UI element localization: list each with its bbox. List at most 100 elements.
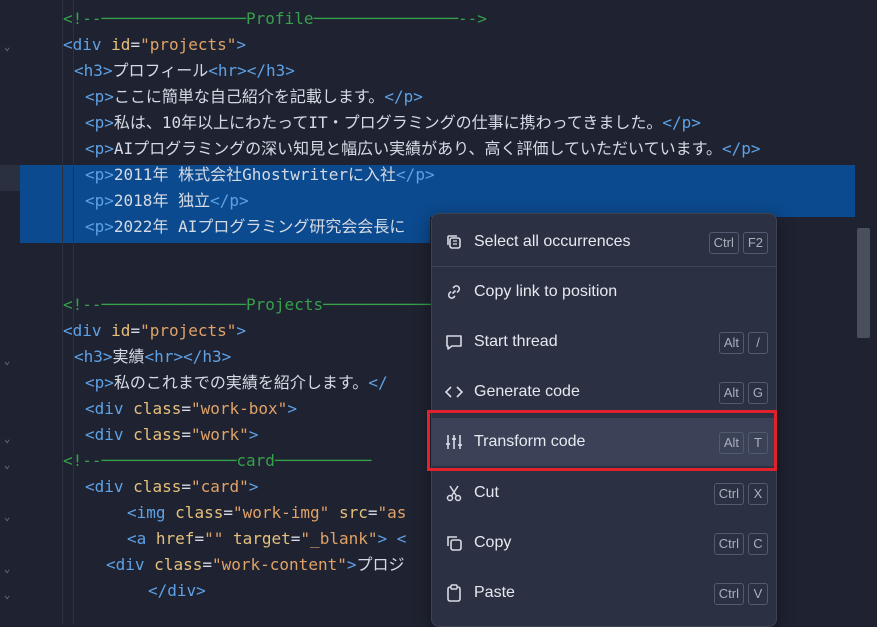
- code-line[interactable]: </div>: [148, 578, 206, 604]
- code-token: =: [181, 399, 191, 418]
- code-token: <p>: [85, 217, 114, 236]
- code-line[interactable]: <h3>プロフィール<hr></h3>: [74, 58, 295, 84]
- shortcut: Ctrl F2: [708, 232, 768, 254]
- menu-item-start-thread[interactable]: Start thread Alt /: [432, 318, 776, 366]
- code-line[interactable]: <div class="work-content">プロジ: [106, 552, 405, 578]
- code-line[interactable]: <div class="work">: [85, 422, 258, 448]
- menu-item-paste[interactable]: Paste Ctrl V: [432, 569, 776, 617]
- code-line[interactable]: <div class="work-box">: [85, 396, 297, 422]
- code-brackets-icon: [444, 386, 464, 398]
- shortcut: Ctrl V: [713, 583, 768, 605]
- code-line[interactable]: <!--───────────────Projects────────────: [63, 292, 439, 318]
- code-token: <!--: [63, 451, 102, 470]
- key-cap: X: [748, 483, 768, 505]
- menu-item-copy[interactable]: Copy Ctrl C: [432, 519, 776, 567]
- code-token: 実績: [112, 347, 145, 366]
- code-token: >: [287, 399, 297, 418]
- key-cap: Ctrl: [713, 483, 744, 505]
- menu-item-select-all-occurrences[interactable]: Select all occurrences Ctrl F2: [432, 218, 776, 266]
- code-line[interactable]: <img class="work-img" src="as: [127, 500, 406, 526]
- code-token: >: [248, 477, 259, 496]
- vertical-scrollbar[interactable]: [857, 228, 870, 338]
- code-token: =: [130, 35, 141, 54]
- menu-item-cut[interactable]: Cut Ctrl X: [432, 469, 776, 517]
- menu-item-label: Start thread: [474, 333, 558, 350]
- code-token: プロフィール: [112, 61, 209, 80]
- menu-divider: [432, 266, 776, 267]
- code-line[interactable]: <p>私は、10年以上にわたってIT・プログラミングの仕事に携わってきました。<…: [85, 110, 701, 136]
- fold-chevron-icon[interactable]: ⌄: [0, 40, 14, 54]
- fold-chevron-icon[interactable]: ⌄: [0, 588, 14, 602]
- code-token: プロジ: [356, 555, 405, 574]
- code-token: <a: [127, 529, 147, 548]
- key-cap: Ctrl: [713, 533, 744, 555]
- menu-item-generate-code[interactable]: Generate code Alt G: [432, 368, 776, 416]
- key-cap: F2: [742, 232, 768, 254]
- code-token: <div: [85, 399, 124, 418]
- code-line[interactable]: <h3>実績<hr></h3>: [74, 344, 231, 370]
- key-cap: /: [748, 332, 768, 354]
- copy-icon: [447, 536, 462, 551]
- code-token: =: [367, 503, 378, 522]
- code-token: "projects": [140, 321, 237, 340]
- code-line[interactable]: <div id="projects">: [63, 318, 246, 344]
- code-line[interactable]: <p>ここに簡単な自己紹介を記載します。</p>: [85, 84, 423, 110]
- code-token: </p>: [662, 113, 701, 132]
- code-token: 私は、10年以上にわたってIT・プログラミングの仕事に携わってきました。: [113, 113, 663, 132]
- menu-item-label: Paste: [474, 584, 515, 601]
- fold-chevron-icon[interactable]: ⌄: [0, 510, 14, 524]
- code-token: "work": [190, 425, 249, 444]
- key-cap: C: [748, 533, 768, 555]
- code-token: =: [223, 503, 233, 522]
- code-token: <hr></h3>: [144, 347, 232, 366]
- menu-item-label: Select all occurrences: [474, 233, 631, 250]
- code-token: </div>: [148, 581, 206, 600]
- key-cap: V: [748, 583, 768, 605]
- code-token: =: [290, 529, 301, 548]
- code-token: <p>: [85, 373, 114, 392]
- code-token: <!--: [63, 9, 102, 28]
- code-token: </p>: [210, 191, 249, 210]
- code-line[interactable]: <p>私のこれまでの実績を紹介します。</: [85, 370, 388, 396]
- code-token: =: [194, 529, 205, 548]
- menu-item-copy-link[interactable]: Copy link to position: [432, 268, 776, 316]
- key-cap: Ctrl: [713, 583, 744, 605]
- code-line[interactable]: <p>2022年 AIプログラミング研究会会長に: [85, 214, 405, 240]
- fold-chevron-icon[interactable]: ⌄: [0, 458, 14, 472]
- fold-chevron-icon[interactable]: ⌄: [0, 432, 14, 446]
- shortcut: Ctrl X: [713, 483, 768, 505]
- code-line[interactable]: <p>2011年 株式会社Ghostwriterに入社</p>: [85, 162, 435, 188]
- code-token: 2011年 株式会社Ghostwriterに入社: [113, 165, 397, 184]
- code-line[interactable]: <!--───────────────Profile──────────────…: [63, 6, 487, 32]
- copy-stack-icon: [447, 235, 461, 249]
- code-token: id: [111, 35, 131, 54]
- code-token: 2022年 AIプログラミング研究会会長に: [113, 217, 406, 236]
- code-token: <!--: [63, 295, 102, 314]
- code-token: "work-img": [232, 503, 330, 522]
- code-line[interactable]: <div id="projects">: [63, 32, 246, 58]
- code-token: <p>: [85, 165, 114, 184]
- code-line[interactable]: <!--──────────────card──────────: [63, 448, 371, 474]
- code-line[interactable]: <a href="" target="_blank"> <: [127, 526, 406, 552]
- code-token: <div: [85, 425, 124, 444]
- fold-chevron-icon[interactable]: ⌄: [0, 562, 14, 576]
- highlight-annotation-box: [427, 410, 777, 471]
- code-token: 私のこれまでの実績を紹介します。: [113, 373, 369, 392]
- code-token: "as: [377, 503, 407, 522]
- code-token: =: [130, 321, 141, 340]
- code-token: href: [155, 529, 195, 548]
- code-line[interactable]: <p>AIプログラミングの深い知見と幅広い実績があり、高く評価していただいていま…: [85, 136, 761, 162]
- menu-item-label: Copy: [474, 534, 512, 551]
- code-line[interactable]: <div class="card">: [85, 474, 258, 500]
- code-token: class: [133, 399, 182, 418]
- code-line[interactable]: <p>2018年 独立</p>: [85, 188, 249, 214]
- fold-chevron-icon[interactable]: ⌄: [0, 354, 14, 368]
- code-token: </: [368, 373, 388, 392]
- menu-item-label: Generate code: [474, 383, 580, 400]
- code-token: <p>: [85, 87, 114, 106]
